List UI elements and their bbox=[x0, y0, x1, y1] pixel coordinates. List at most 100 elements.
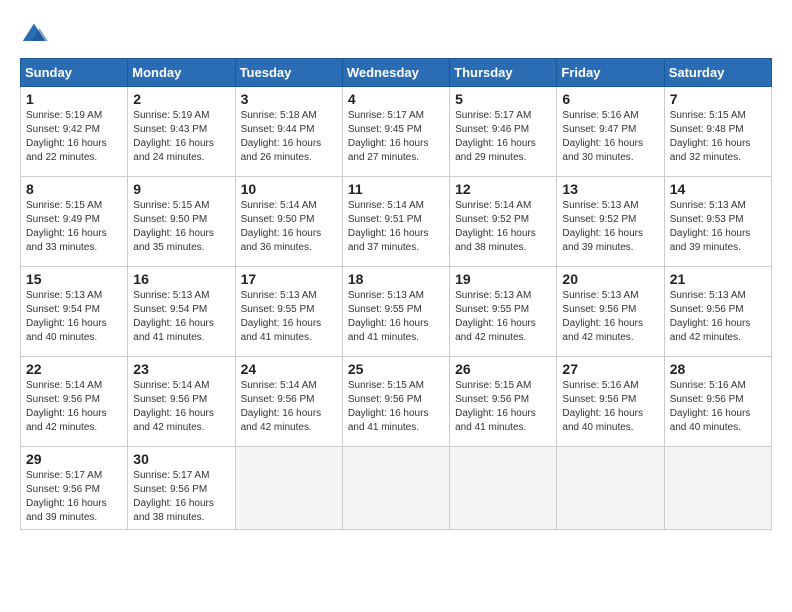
day-number: 2 bbox=[133, 91, 229, 107]
calendar-day-cell: 11 Sunrise: 5:14 AM Sunset: 9:51 PM Dayl… bbox=[342, 177, 449, 267]
calendar-day-cell: 25 Sunrise: 5:15 AM Sunset: 9:56 PM Dayl… bbox=[342, 357, 449, 447]
calendar-day-cell: 16 Sunrise: 5:13 AM Sunset: 9:54 PM Dayl… bbox=[128, 267, 235, 357]
calendar-day-cell: 3 Sunrise: 5:18 AM Sunset: 9:44 PM Dayli… bbox=[235, 87, 342, 177]
day-info: Sunrise: 5:13 AM Sunset: 9:54 PM Dayligh… bbox=[26, 289, 122, 345]
calendar-day-cell: 22 Sunrise: 5:14 AM Sunset: 9:56 PM Dayl… bbox=[21, 357, 128, 447]
day-info: Sunrise: 5:17 AM Sunset: 9:56 PM Dayligh… bbox=[26, 469, 122, 525]
day-info: Sunrise: 5:13 AM Sunset: 9:55 PM Dayligh… bbox=[455, 289, 551, 345]
day-info: Sunrise: 5:14 AM Sunset: 9:51 PM Dayligh… bbox=[348, 199, 444, 255]
calendar-week-row: 15 Sunrise: 5:13 AM Sunset: 9:54 PM Dayl… bbox=[21, 267, 772, 357]
calendar-day-cell: 30 Sunrise: 5:17 AM Sunset: 9:56 PM Dayl… bbox=[128, 447, 235, 530]
day-number: 25 bbox=[348, 361, 444, 377]
day-number: 20 bbox=[562, 271, 658, 287]
day-info: Sunrise: 5:16 AM Sunset: 9:56 PM Dayligh… bbox=[670, 379, 766, 435]
day-number: 15 bbox=[26, 271, 122, 287]
day-info: Sunrise: 5:17 AM Sunset: 9:45 PM Dayligh… bbox=[348, 109, 444, 165]
day-info: Sunrise: 5:17 AM Sunset: 9:56 PM Dayligh… bbox=[133, 469, 229, 525]
calendar-day-cell bbox=[235, 447, 342, 530]
day-number: 23 bbox=[133, 361, 229, 377]
day-info: Sunrise: 5:14 AM Sunset: 9:50 PM Dayligh… bbox=[241, 199, 337, 255]
calendar-day-cell: 27 Sunrise: 5:16 AM Sunset: 9:56 PM Dayl… bbox=[557, 357, 664, 447]
calendar-day-cell: 8 Sunrise: 5:15 AM Sunset: 9:49 PM Dayli… bbox=[21, 177, 128, 267]
day-number: 6 bbox=[562, 91, 658, 107]
calendar-day-header: Sunday bbox=[21, 59, 128, 87]
calendar-table: SundayMondayTuesdayWednesdayThursdayFrid… bbox=[20, 58, 772, 530]
day-info: Sunrise: 5:13 AM Sunset: 9:56 PM Dayligh… bbox=[670, 289, 766, 345]
day-info: Sunrise: 5:13 AM Sunset: 9:55 PM Dayligh… bbox=[241, 289, 337, 345]
day-number: 13 bbox=[562, 181, 658, 197]
day-number: 17 bbox=[241, 271, 337, 287]
calendar-day-header: Thursday bbox=[450, 59, 557, 87]
calendar-day-cell bbox=[450, 447, 557, 530]
day-number: 9 bbox=[133, 181, 229, 197]
day-info: Sunrise: 5:13 AM Sunset: 9:52 PM Dayligh… bbox=[562, 199, 658, 255]
day-number: 27 bbox=[562, 361, 658, 377]
day-number: 5 bbox=[455, 91, 551, 107]
day-number: 8 bbox=[26, 181, 122, 197]
calendar-day-cell bbox=[342, 447, 449, 530]
day-info: Sunrise: 5:13 AM Sunset: 9:54 PM Dayligh… bbox=[133, 289, 229, 345]
calendar-week-row: 22 Sunrise: 5:14 AM Sunset: 9:56 PM Dayl… bbox=[21, 357, 772, 447]
day-number: 11 bbox=[348, 181, 444, 197]
day-info: Sunrise: 5:19 AM Sunset: 9:42 PM Dayligh… bbox=[26, 109, 122, 165]
calendar-day-cell: 23 Sunrise: 5:14 AM Sunset: 9:56 PM Dayl… bbox=[128, 357, 235, 447]
day-info: Sunrise: 5:16 AM Sunset: 9:56 PM Dayligh… bbox=[562, 379, 658, 435]
day-info: Sunrise: 5:17 AM Sunset: 9:46 PM Dayligh… bbox=[455, 109, 551, 165]
logo-icon bbox=[20, 20, 48, 48]
calendar-day-cell: 7 Sunrise: 5:15 AM Sunset: 9:48 PM Dayli… bbox=[664, 87, 771, 177]
calendar-day-header: Tuesday bbox=[235, 59, 342, 87]
day-number: 24 bbox=[241, 361, 337, 377]
calendar-week-row: 8 Sunrise: 5:15 AM Sunset: 9:49 PM Dayli… bbox=[21, 177, 772, 267]
day-number: 14 bbox=[670, 181, 766, 197]
day-number: 16 bbox=[133, 271, 229, 287]
calendar-day-cell: 29 Sunrise: 5:17 AM Sunset: 9:56 PM Dayl… bbox=[21, 447, 128, 530]
logo bbox=[20, 20, 52, 48]
day-info: Sunrise: 5:13 AM Sunset: 9:53 PM Dayligh… bbox=[670, 199, 766, 255]
day-info: Sunrise: 5:15 AM Sunset: 9:56 PM Dayligh… bbox=[455, 379, 551, 435]
day-info: Sunrise: 5:19 AM Sunset: 9:43 PM Dayligh… bbox=[133, 109, 229, 165]
calendar-day-cell: 12 Sunrise: 5:14 AM Sunset: 9:52 PM Dayl… bbox=[450, 177, 557, 267]
calendar-week-row: 1 Sunrise: 5:19 AM Sunset: 9:42 PM Dayli… bbox=[21, 87, 772, 177]
calendar-day-cell: 4 Sunrise: 5:17 AM Sunset: 9:45 PM Dayli… bbox=[342, 87, 449, 177]
day-number: 4 bbox=[348, 91, 444, 107]
calendar-day-cell: 10 Sunrise: 5:14 AM Sunset: 9:50 PM Dayl… bbox=[235, 177, 342, 267]
day-info: Sunrise: 5:13 AM Sunset: 9:56 PM Dayligh… bbox=[562, 289, 658, 345]
day-info: Sunrise: 5:15 AM Sunset: 9:50 PM Dayligh… bbox=[133, 199, 229, 255]
day-info: Sunrise: 5:15 AM Sunset: 9:49 PM Dayligh… bbox=[26, 199, 122, 255]
calendar-day-header: Monday bbox=[128, 59, 235, 87]
day-info: Sunrise: 5:14 AM Sunset: 9:56 PM Dayligh… bbox=[133, 379, 229, 435]
calendar-day-cell: 18 Sunrise: 5:13 AM Sunset: 9:55 PM Dayl… bbox=[342, 267, 449, 357]
calendar-header-row: SundayMondayTuesdayWednesdayThursdayFrid… bbox=[21, 59, 772, 87]
calendar-day-cell: 20 Sunrise: 5:13 AM Sunset: 9:56 PM Dayl… bbox=[557, 267, 664, 357]
calendar-day-cell: 19 Sunrise: 5:13 AM Sunset: 9:55 PM Dayl… bbox=[450, 267, 557, 357]
calendar-day-cell: 28 Sunrise: 5:16 AM Sunset: 9:56 PM Dayl… bbox=[664, 357, 771, 447]
day-number: 12 bbox=[455, 181, 551, 197]
day-number: 19 bbox=[455, 271, 551, 287]
day-number: 28 bbox=[670, 361, 766, 377]
calendar-day-cell: 13 Sunrise: 5:13 AM Sunset: 9:52 PM Dayl… bbox=[557, 177, 664, 267]
day-info: Sunrise: 5:15 AM Sunset: 9:48 PM Dayligh… bbox=[670, 109, 766, 165]
calendar-day-cell: 21 Sunrise: 5:13 AM Sunset: 9:56 PM Dayl… bbox=[664, 267, 771, 357]
calendar-day-cell: 14 Sunrise: 5:13 AM Sunset: 9:53 PM Dayl… bbox=[664, 177, 771, 267]
day-info: Sunrise: 5:18 AM Sunset: 9:44 PM Dayligh… bbox=[241, 109, 337, 165]
day-info: Sunrise: 5:13 AM Sunset: 9:55 PM Dayligh… bbox=[348, 289, 444, 345]
calendar-week-row: 29 Sunrise: 5:17 AM Sunset: 9:56 PM Dayl… bbox=[21, 447, 772, 530]
day-number: 18 bbox=[348, 271, 444, 287]
day-number: 26 bbox=[455, 361, 551, 377]
calendar-day-cell bbox=[664, 447, 771, 530]
day-number: 29 bbox=[26, 451, 122, 467]
day-number: 21 bbox=[670, 271, 766, 287]
calendar-day-cell: 15 Sunrise: 5:13 AM Sunset: 9:54 PM Dayl… bbox=[21, 267, 128, 357]
day-number: 3 bbox=[241, 91, 337, 107]
calendar-day-header: Friday bbox=[557, 59, 664, 87]
calendar-day-cell: 26 Sunrise: 5:15 AM Sunset: 9:56 PM Dayl… bbox=[450, 357, 557, 447]
day-number: 7 bbox=[670, 91, 766, 107]
calendar-day-cell bbox=[557, 447, 664, 530]
calendar-day-cell: 24 Sunrise: 5:14 AM Sunset: 9:56 PM Dayl… bbox=[235, 357, 342, 447]
calendar-day-cell: 17 Sunrise: 5:13 AM Sunset: 9:55 PM Dayl… bbox=[235, 267, 342, 357]
day-info: Sunrise: 5:14 AM Sunset: 9:56 PM Dayligh… bbox=[241, 379, 337, 435]
calendar-day-cell: 5 Sunrise: 5:17 AM Sunset: 9:46 PM Dayli… bbox=[450, 87, 557, 177]
day-number: 22 bbox=[26, 361, 122, 377]
calendar-day-cell: 2 Sunrise: 5:19 AM Sunset: 9:43 PM Dayli… bbox=[128, 87, 235, 177]
page-header bbox=[20, 20, 772, 48]
